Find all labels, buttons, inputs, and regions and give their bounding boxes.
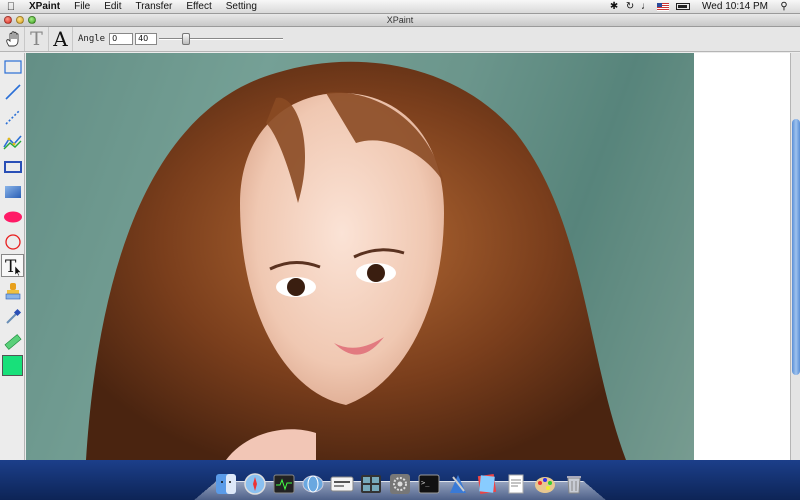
angle-label: Angle — [78, 34, 106, 44]
zoom-window-button[interactable] — [28, 16, 36, 24]
tool-dotted-line[interactable] — [1, 105, 24, 128]
drawing-canvas[interactable] — [26, 53, 694, 460]
menu-edit[interactable]: Edit — [97, 0, 128, 14]
tool-ruler[interactable] — [1, 330, 24, 353]
color-swatch[interactable] — [1, 354, 24, 377]
line-icon — [4, 83, 21, 100]
us-flag-icon[interactable] — [657, 2, 670, 11]
canvas-blank-area[interactable] — [694, 53, 790, 460]
slider-track — [159, 38, 284, 40]
font-a-icon: A — [53, 27, 68, 51]
font-face-button[interactable]: A — [49, 27, 73, 51]
stamp-icon — [5, 282, 20, 299]
tool-gradient-fill[interactable] — [1, 180, 24, 203]
window-titlebar[interactable]: XPaint — [0, 14, 800, 27]
rectangle-icon — [3, 160, 22, 173]
tool-rectangle-select[interactable] — [1, 55, 24, 78]
battery-icon[interactable] — [676, 3, 691, 10]
gradient-rectangle-icon — [4, 185, 21, 198]
window-title: XPaint — [386, 15, 414, 25]
eyedropper-icon — [5, 308, 21, 324]
tool-line[interactable] — [1, 80, 24, 103]
bluetooth-icon[interactable]: ✱ — [606, 1, 622, 12]
scrollbar-thumb[interactable] — [792, 119, 800, 375]
slider-thumb[interactable] — [182, 33, 191, 45]
text-tool-icon: T — [5, 257, 22, 276]
spotlight-search-icon[interactable]: ⚲ — [776, 1, 792, 12]
xcode-icon[interactable] — [446, 472, 470, 496]
menu-file[interactable]: File — [67, 0, 97, 14]
size-slider[interactable] — [159, 33, 284, 45]
canvas-photo — [26, 53, 694, 460]
finder-icon[interactable] — [214, 472, 238, 496]
angle-input[interactable]: 0 — [109, 33, 134, 45]
activity-monitor-icon[interactable] — [272, 472, 296, 496]
menu-bar-status: ✱ ↻ ♩ Wed 10:14 PM ⚲ — [606, 1, 800, 12]
xpaint-app-icon[interactable] — [330, 472, 354, 496]
menu-bar:  XPaint File Edit Transfer Effect Setti… — [0, 0, 800, 14]
trash-icon[interactable] — [562, 472, 586, 496]
polyline-icon — [2, 134, 22, 149]
tool-ellipse[interactable] — [1, 230, 24, 253]
network-utility-icon[interactable] — [301, 472, 325, 496]
photo-icon[interactable] — [475, 472, 499, 496]
close-window-button[interactable] — [4, 16, 12, 24]
font-style-button[interactable]: T — [25, 27, 49, 51]
menu-app-name[interactable]: XPaint — [22, 0, 67, 14]
current-color-swatch[interactable] — [2, 355, 23, 376]
vertical-scrollbar[interactable] — [790, 53, 800, 460]
svg-text:>_: >_ — [421, 479, 430, 487]
xpaint-window: XPaint T A Angle 0 40 T — [0, 14, 800, 460]
minimize-window-button[interactable] — [16, 16, 24, 24]
window-controls — [4, 16, 36, 24]
terminal-icon[interactable]: >_ — [417, 472, 441, 496]
menu-transfer[interactable]: Transfer — [128, 0, 179, 14]
ellipse-icon — [4, 233, 21, 250]
menu-clock[interactable]: Wed 10:14 PM — [694, 1, 776, 12]
volume-icon[interactable]: ♩ — [638, 1, 654, 12]
tool-stamp[interactable] — [1, 280, 24, 303]
ruler-icon — [4, 333, 21, 350]
safari-icon[interactable] — [243, 472, 267, 496]
paint-palette-icon[interactable] — [533, 472, 557, 496]
spaces-icon[interactable] — [359, 472, 383, 496]
dotted-line-icon — [4, 108, 21, 125]
apple-menu-icon[interactable]:  — [0, 1, 22, 13]
tool-palette: T — [0, 53, 25, 460]
tool-rectangle[interactable] — [1, 155, 24, 178]
size-input[interactable]: 40 — [135, 33, 158, 45]
tool-text[interactable]: T — [1, 254, 24, 277]
hand-tool-button[interactable] — [1, 27, 25, 51]
hand-icon — [5, 31, 18, 47]
time-machine-icon[interactable]: ↻ — [622, 1, 638, 12]
menu-effect[interactable]: Effect — [179, 0, 218, 14]
tool-filled-ellipse[interactable] — [1, 205, 24, 228]
menu-setting[interactable]: Setting — [219, 0, 264, 14]
font-t-icon: T — [30, 28, 43, 50]
textedit-icon[interactable] — [504, 472, 528, 496]
main-area: T — [0, 53, 800, 460]
filled-ellipse-icon — [3, 211, 22, 222]
toolbar: T A Angle 0 40 — [0, 27, 800, 52]
tool-polyline[interactable] — [1, 130, 24, 153]
system-preferences-icon[interactable] — [388, 472, 412, 496]
dock: >_ — [208, 464, 592, 500]
selection-rectangle-icon — [3, 59, 22, 74]
tool-eyedropper[interactable] — [1, 305, 24, 328]
